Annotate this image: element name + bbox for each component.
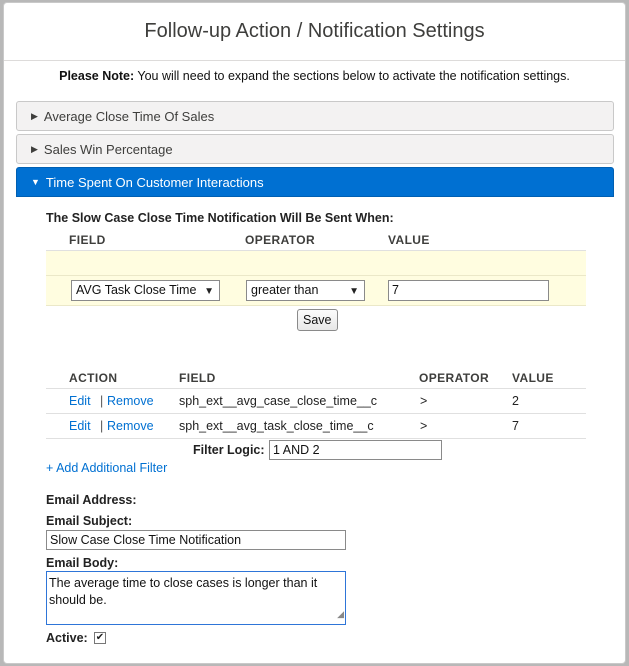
filter-operator: > — [420, 394, 428, 408]
section-label: Time Spent On Customer Interactions — [45, 174, 264, 190]
action-header: ACTION — [69, 371, 118, 385]
note-text: You will need to expand the sections bel… — [134, 69, 570, 83]
action-separator: | — [100, 419, 104, 433]
edit-link[interactable]: Edit — [69, 394, 91, 408]
modal-title: Follow-up Action / Notification Settings — [144, 20, 485, 42]
active-label: Active: — [46, 631, 88, 645]
edit-link[interactable]: Edit — [69, 419, 91, 433]
condition-title: The Slow Case Close Time Notification Wi… — [46, 211, 394, 225]
triangle-right-icon: ▶ — [31, 143, 38, 154]
filter-logic-input[interactable]: 1 AND 2 — [269, 440, 442, 460]
email-body-text: The average time to close cases is longe… — [49, 576, 318, 607]
triangle-right-icon: ▶ — [31, 110, 38, 121]
checkmark-icon: ✔ — [95, 632, 105, 643]
field-header: FIELD — [69, 233, 106, 247]
field-header: FIELD — [179, 371, 216, 385]
modal-header: Follow-up Action / Notification Settings — [4, 3, 625, 61]
chevron-down-icon: ▼ — [349, 286, 359, 297]
value-header: VALUE — [388, 233, 430, 247]
filters-header-row: ACTION FIELD OPERATOR VALUE — [46, 365, 586, 389]
email-body-textarea[interactable]: The average time to close cases is longe… — [46, 571, 346, 625]
save-button[interactable]: Save — [297, 309, 338, 331]
value-input[interactable]: 7 — [388, 280, 549, 301]
email-subject-input[interactable]: Slow Case Close Time Notification — [46, 530, 346, 550]
condition-spacer-row — [46, 251, 586, 276]
operator-header: OPERATOR — [245, 233, 316, 247]
field-select-value: AVG Task Close Time — [76, 283, 197, 297]
email-body-label: Email Body: — [46, 556, 119, 570]
section-label: Average Close Time Of Sales — [43, 108, 215, 124]
remove-link[interactable]: Remove — [107, 419, 154, 433]
remove-link[interactable]: Remove — [107, 394, 154, 408]
filter-field: sph_ext__avg_case_close_time__c — [179, 394, 378, 408]
filter-value: 2 — [512, 394, 519, 408]
filter-field: sph_ext__avg_task_close_time__c — [179, 419, 374, 433]
condition-table: FIELD OPERATOR VALUE AVG Task Close Time… — [46, 227, 586, 331]
operator-select-value: greater than — [251, 283, 319, 297]
operator-header: OPERATOR — [419, 371, 490, 385]
section-average-close-time[interactable]: ▶ Average Close Time Of Sales — [16, 101, 614, 131]
triangle-down-icon: ▼ — [31, 177, 40, 187]
please-note: Please Note: You will need to expand the… — [4, 69, 625, 83]
chevron-down-icon: ▼ — [204, 286, 214, 297]
filter-row: Edit | Remove sph_ext__avg_case_close_ti… — [46, 389, 586, 414]
filter-operator: > — [420, 419, 428, 433]
section-time-spent-customer-interactions[interactable]: ▼ Time Spent On Customer Interactions — [16, 167, 614, 197]
resize-handle-icon[interactable]: ◢ — [337, 606, 344, 623]
active-checkbox[interactable]: ✔ — [94, 632, 106, 644]
section-sales-win-percentage[interactable]: ▶ Sales Win Percentage — [16, 134, 614, 164]
note-label: Please Note: — [59, 69, 135, 83]
condition-header-row: FIELD OPERATOR VALUE — [46, 227, 586, 251]
field-select[interactable]: AVG Task Close Time ▼ — [71, 280, 220, 301]
condition-input-row: AVG Task Close Time ▼ greater than ▼ 7 — [46, 276, 586, 306]
email-address-label: Email Address: — [46, 493, 137, 507]
email-subject-label: Email Subject: — [46, 514, 133, 528]
notification-settings-modal: Follow-up Action / Notification Settings… — [3, 2, 626, 664]
section-panel: The Slow Case Close Time Notification Wi… — [16, 199, 614, 663]
value-header: VALUE — [512, 371, 554, 385]
filter-row: Edit | Remove sph_ext__avg_task_close_ti… — [46, 414, 586, 439]
action-separator: | — [100, 394, 104, 408]
section-label: Sales Win Percentage — [43, 141, 173, 157]
add-filter-link[interactable]: + Add Additional Filter — [46, 461, 167, 475]
filter-logic-label: Filter Logic: — [193, 443, 265, 457]
filter-value: 7 — [512, 419, 519, 433]
filters-table: ACTION FIELD OPERATOR VALUE Edit | Remov… — [46, 365, 586, 439]
operator-select[interactable]: greater than ▼ — [246, 280, 365, 301]
